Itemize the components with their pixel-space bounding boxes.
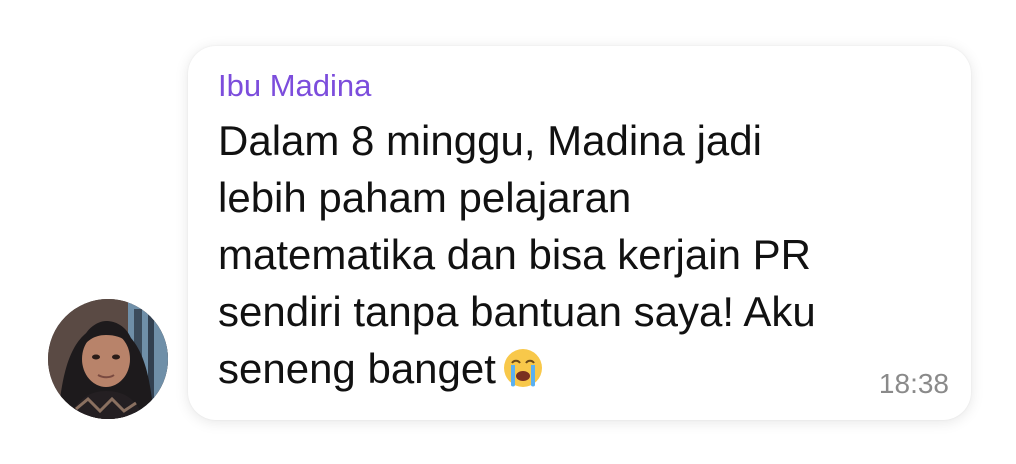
avatar[interactable] [48,299,168,419]
sender-name[interactable]: Ibu Madina [218,66,941,106]
avatar-photo [48,299,168,419]
message-timestamp: 18:38 [878,368,949,399]
loudly-crying-face-icon [503,349,542,387]
message-bubble[interactable]: Ibu Madina Dalam 8 minggu, Madina jadi l… [188,46,971,420]
message-body: Dalam 8 minggu, Madina jadi lebih paham … [218,112,918,397]
